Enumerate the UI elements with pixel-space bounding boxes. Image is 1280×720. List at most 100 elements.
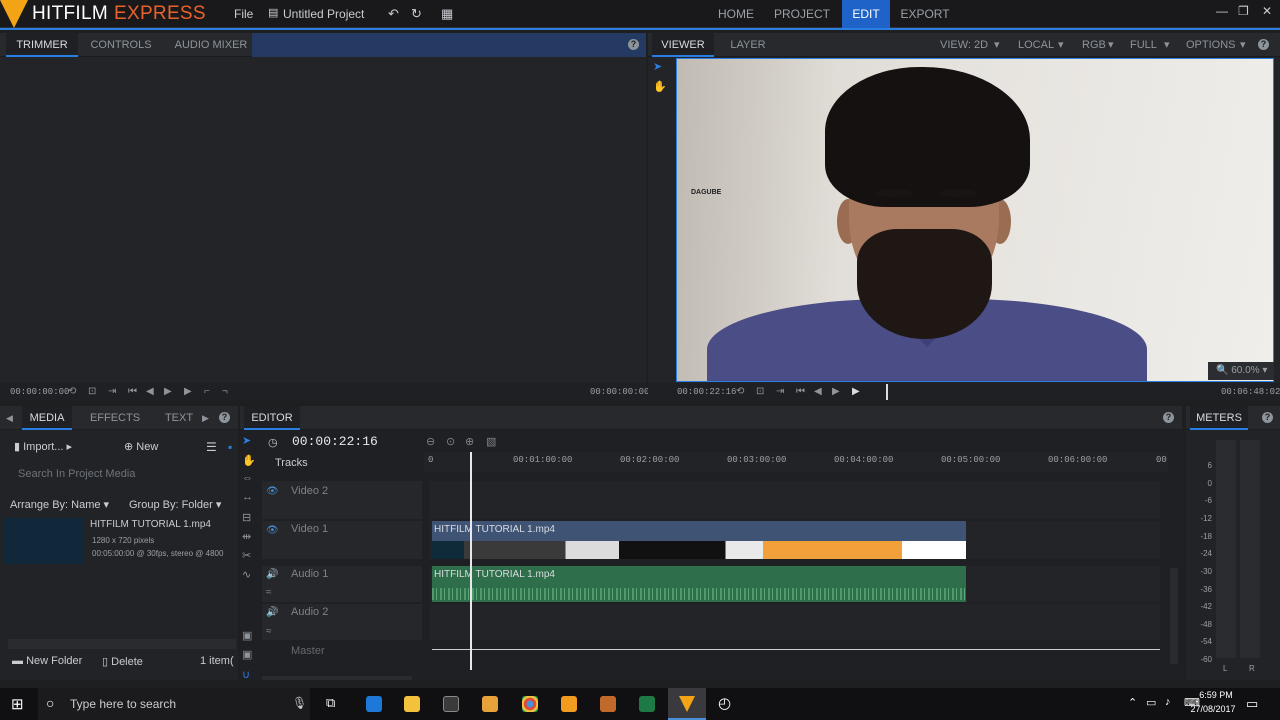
- timeline-vertical-scrollbar[interactable]: [1170, 568, 1178, 664]
- arrange-by-dropdown[interactable]: Arrange By: Name ▾: [10, 498, 109, 511]
- excel-icon[interactable]: [639, 696, 655, 712]
- speaker-icon[interactable]: 🔊: [266, 607, 278, 618]
- quality-dropdown[interactable]: FULL: [1130, 33, 1157, 57]
- tab-audio-mixer[interactable]: AUDIO MIXER: [168, 33, 254, 57]
- mark-in-icon[interactable]: ⌐: [204, 386, 210, 397]
- timeline-hand-icon[interactable]: ✋: [242, 454, 256, 467]
- waveform-toggle-icon[interactable]: ≈: [266, 587, 272, 598]
- maximize-icon[interactable]: ❐: [1238, 4, 1249, 18]
- tab-viewer[interactable]: VIEWER: [652, 33, 714, 57]
- zoom-in-icon[interactable]: ⊕: [465, 435, 474, 448]
- speaker-icon[interactable]: 🔊: [266, 569, 278, 580]
- undo-icon[interactable]: ↶: [388, 6, 399, 22]
- render-icon[interactable]: ▧: [486, 435, 496, 448]
- chrome-icon[interactable]: [522, 696, 538, 712]
- viewer-play-icon[interactable]: ▶: [852, 386, 860, 397]
- visibility-eye-icon[interactable]: 👁: [266, 525, 279, 536]
- viewer-step-forward-icon[interactable]: ▶: [832, 386, 840, 397]
- new-folder-button[interactable]: ▬ New Folder: [12, 655, 82, 667]
- tab-text[interactable]: TEXT: [160, 406, 198, 430]
- media-scrollbar[interactable]: [8, 639, 236, 649]
- viewer-insert-icon[interactable]: ⊡: [756, 386, 764, 397]
- visibility-eye-icon[interactable]: 👁: [266, 486, 279, 497]
- slide-tool-icon[interactable]: ↔: [242, 491, 253, 503]
- insert-icon[interactable]: ⊡: [88, 386, 96, 397]
- loop-icon[interactable]: ⟲: [68, 386, 76, 397]
- app-clock-icon[interactable]: ◴: [718, 694, 731, 712]
- task-view-icon[interactable]: ⧉: [326, 695, 335, 711]
- tab-layer[interactable]: LAYER: [724, 33, 772, 57]
- add-video-track-icon[interactable]: ▣: [242, 629, 252, 642]
- taskbar-search-box[interactable]: ○ Type here to search 🎙: [38, 688, 310, 720]
- hitfilm-taskbar-button[interactable]: [668, 688, 706, 720]
- options-dropdown[interactable]: OPTIONS: [1186, 33, 1236, 57]
- meters-help-icon[interactable]: ?: [1262, 412, 1273, 423]
- nav-tab-project[interactable]: PROJECT: [772, 0, 832, 28]
- redo-icon[interactable]: ↻: [411, 6, 422, 22]
- track-lane-audio-2[interactable]: [430, 604, 1160, 640]
- timeline-playhead[interactable]: [470, 452, 472, 670]
- minimize-icon[interactable]: —: [1216, 4, 1228, 18]
- new-button[interactable]: ⊕ New: [124, 440, 158, 453]
- mark-out-icon[interactable]: ¬: [222, 386, 228, 397]
- editor-timecode[interactable]: 00:00:22:16: [292, 434, 378, 449]
- go-start-icon[interactable]: ⏮: [128, 386, 137, 397]
- tab-meters[interactable]: METERS: [1190, 406, 1248, 430]
- view-mode-dropdown[interactable]: VIEW: 2D: [940, 33, 988, 57]
- waveform-toggle-icon[interactable]: ≈: [266, 626, 272, 637]
- rate-tool-icon[interactable]: ∿: [242, 568, 251, 581]
- select-tool-icon[interactable]: ➤: [653, 60, 662, 73]
- zoom-center-icon[interactable]: ⊙: [446, 435, 455, 448]
- overlay-icon[interactable]: ⇥: [108, 386, 116, 397]
- list-view-icon[interactable]: ☰: [206, 440, 217, 454]
- file-menu[interactable]: File: [234, 7, 253, 21]
- help-icon[interactable]: ?: [628, 39, 639, 50]
- project-name[interactable]: Untitled Project: [283, 7, 364, 21]
- slip-tool-icon[interactable]: ⇔: [242, 472, 253, 484]
- nav-tab-export[interactable]: EXPORT: [898, 0, 952, 28]
- media-scroll-right-icon[interactable]: ▶: [202, 406, 209, 430]
- tab-editor[interactable]: EDITOR: [244, 406, 300, 430]
- snap-icon[interactable]: ∪: [242, 668, 250, 681]
- viewer-help-icon[interactable]: ?: [1258, 39, 1269, 50]
- play-icon[interactable]: ▶: [184, 386, 192, 397]
- tab-effects[interactable]: EFFECTS: [84, 406, 146, 430]
- step-back-icon[interactable]: ◀: [146, 386, 154, 397]
- network-icon[interactable]: ▭: [1146, 696, 1156, 709]
- app-icon[interactable]: [561, 696, 577, 712]
- file-explorer-icon[interactable]: [404, 696, 420, 712]
- delete-button[interactable]: ▯ Delete: [102, 655, 143, 668]
- tab-trimmer[interactable]: TRIMMER: [6, 33, 78, 57]
- viewer-overlay-icon[interactable]: ⇥: [776, 386, 784, 397]
- taskbar-time[interactable]: 6:59 PM: [1193, 690, 1239, 700]
- add-audio-track-icon[interactable]: ▣: [242, 648, 252, 661]
- viewer-loop-icon[interactable]: ⟲: [736, 386, 744, 397]
- app-icon[interactable]: [600, 696, 616, 712]
- viewer-go-start-icon[interactable]: ⏮: [796, 386, 805, 397]
- space-dropdown[interactable]: LOCAL: [1018, 33, 1054, 57]
- zoom-control[interactable]: 🔍 60.0% ▾: [1208, 362, 1274, 380]
- media-scroll-left-icon[interactable]: ◀: [6, 406, 13, 430]
- zoom-out-icon[interactable]: ⊖: [426, 435, 435, 448]
- pan-tool-icon[interactable]: ✋: [653, 80, 667, 93]
- media-search-input[interactable]: Search In Project Media: [14, 468, 236, 484]
- video-clip[interactable]: HITFILM TUTORIAL 1.mp4: [432, 521, 966, 559]
- editor-help-icon[interactable]: ?: [1163, 412, 1174, 423]
- razor-tool-icon[interactable]: ✂: [242, 549, 251, 562]
- nav-tab-home[interactable]: HOME: [712, 0, 760, 28]
- grid-view-icon[interactable]: ▪: [228, 440, 232, 454]
- audio-clip[interactable]: HITFILM TUTORIAL 1.mp4: [432, 566, 966, 602]
- step-forward-icon[interactable]: ▶: [164, 386, 172, 397]
- import-button[interactable]: ▮ Import... ▸: [14, 440, 72, 453]
- nav-tab-edit[interactable]: EDIT: [842, 0, 890, 28]
- timeline-select-icon[interactable]: ➤: [242, 434, 251, 447]
- roll-tool-icon[interactable]: ⇹: [242, 530, 251, 543]
- ripple-tool-icon[interactable]: ⊟: [242, 511, 251, 524]
- timeline-zoom-slider[interactable]: [262, 676, 412, 680]
- volume-icon[interactable]: ♪: [1165, 696, 1171, 708]
- viewer-scrub-head[interactable]: [886, 384, 888, 400]
- close-icon[interactable]: ✕: [1262, 4, 1272, 18]
- tab-media[interactable]: MEDIA: [22, 406, 72, 430]
- edge-browser-icon[interactable]: [366, 696, 382, 712]
- taskbar-date[interactable]: 27/08/2017: [1184, 704, 1242, 714]
